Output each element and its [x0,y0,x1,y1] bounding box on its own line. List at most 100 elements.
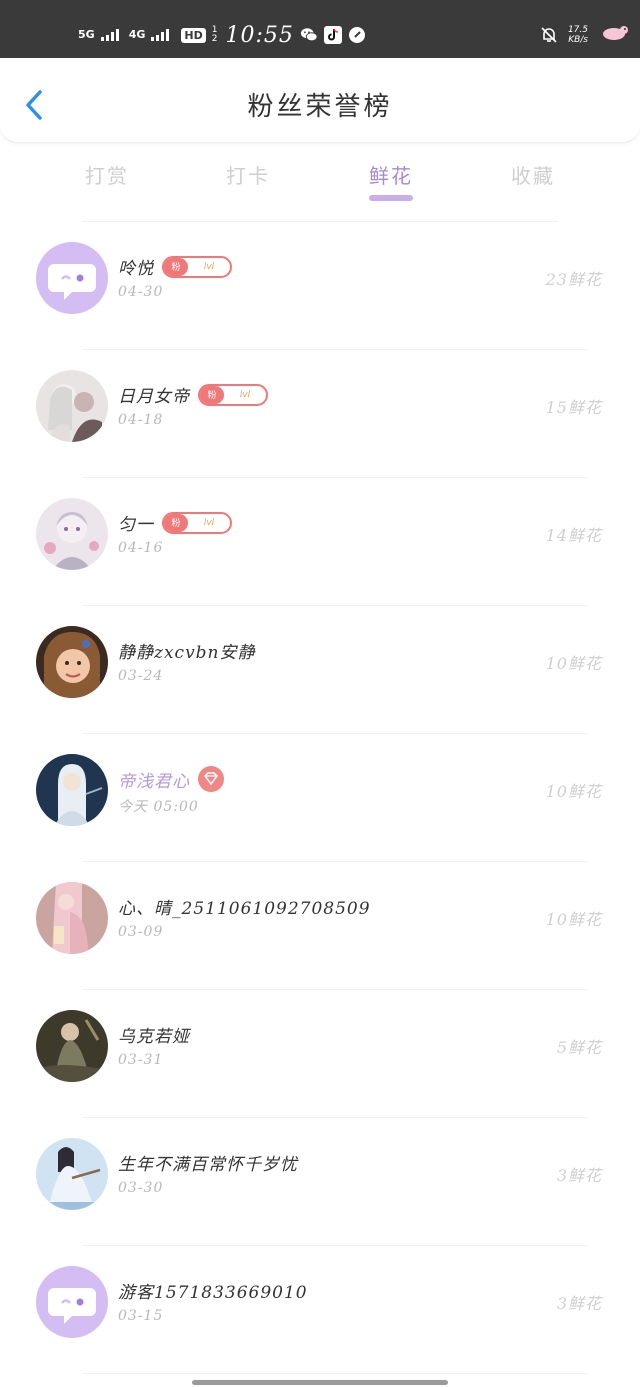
avatar-image [36,498,108,570]
fan-name[interactable]: 生年不满百常怀千岁忧 [118,1150,298,1175]
tab-flowers[interactable]: 鲜花 [331,160,451,189]
list-item[interactable]: 乌克若娅 03-31 5鲜花 [0,990,640,1118]
network-speed: 17.5 KB/s [568,25,588,45]
fan-name[interactable]: 匀一 [118,510,154,535]
hd-badge: HD [181,27,206,43]
avatar[interactable] [36,1138,108,1210]
fan-name[interactable]: 日月女帝 [118,382,190,407]
avatar-image [36,626,108,698]
tab-active-indicator [369,195,413,201]
signal-5g: 5G [78,28,95,41]
flower-count: 10鲜花 [545,782,602,801]
page-title: 粉丝荣誉榜 [247,92,393,122]
fan-name[interactable]: 心、晴_2511061092708509 [118,894,371,919]
app-header: 粉丝荣誉榜 [0,58,640,143]
default-avatar-icon [36,1266,108,1338]
badge-level: lvl [203,517,215,528]
list-item[interactable]: 匀一 粉 lvl 04-16 14鲜花 [0,478,640,606]
name-line: 生年不满百常怀千岁忧 [118,1150,298,1175]
name-line: 乌克若娅 [118,1022,190,1047]
name-line: 游客1571833669010 [118,1278,308,1303]
flower-count: 23鲜花 [545,270,602,289]
name-line: 日月女帝 粉 lvl [118,382,268,407]
list-item[interactable]: 游客1571833669010 03-15 3鲜花 [0,1246,640,1374]
net-label: 5G [78,28,95,41]
fan-name[interactable]: 帝浅君心 [118,767,190,792]
flower-count: 15鲜花 [545,398,602,417]
avatar-image [36,1138,108,1210]
avatar[interactable] [36,498,108,570]
fan-date: 03-09 [118,924,164,940]
speed-value: 17.5 [567,25,588,35]
status-bar: 5G 4G HD 1 2 10:55 17.5 KB/s [0,0,640,58]
pet-icon [600,24,630,46]
avatar[interactable] [36,370,108,442]
fan-level-badge: 粉 lvl [162,511,232,534]
flower-count: 10鲜花 [545,654,602,673]
fan-date: 今天 05:00 [118,799,199,815]
badge-label: 粉 [164,513,188,532]
home-indicator[interactable] [192,1380,448,1385]
speed-unit: KB/s [568,35,588,45]
fan-level-badge: 粉 lvl [198,383,268,406]
tab-bar: 打赏 打卡 鲜花 收藏 [0,142,640,222]
flower-count: 3鲜花 [556,1294,602,1313]
signal-4g: 4G [128,28,146,41]
list-item[interactable]: 心、晴_2511061092708509 03-09 10鲜花 [0,862,640,990]
wechat-icon [300,26,318,44]
fan-date: 04-18 [118,412,164,428]
fan-level-badge: 粉 lvl [162,255,232,278]
fan-name[interactable]: 静静zxcvbn安静 [118,638,256,663]
fan-date: 03-24 [118,668,164,684]
fan-name[interactable]: 乌克若娅 [118,1022,190,1047]
fan-date: 04-30 [118,284,164,300]
fan-date: 03-31 [118,1052,164,1068]
tab-reward[interactable]: 打赏 [47,160,167,189]
avatar-image [36,882,108,954]
name-line: 帝浅君心 [118,766,224,792]
avatar[interactable] [36,626,108,698]
fan-name[interactable]: 游客1571833669010 [118,1278,308,1303]
badge-level: lvl [203,261,215,272]
avatar-image [36,754,108,826]
list-item[interactable]: 帝浅君心 今天 05:00 10鲜花 [0,734,640,862]
name-line: 匀一 粉 lvl [118,510,232,535]
tiktok-icon [323,26,342,44]
signal-bars-icon [151,29,170,41]
flower-count: 10鲜花 [545,910,602,929]
flower-count: 3鲜花 [556,1166,602,1185]
list-item[interactable]: 日月女帝 粉 lvl 04-18 15鲜花 [0,350,640,478]
avatar[interactable] [36,882,108,954]
default-avatar-icon [36,242,108,314]
tab-checkin[interactable]: 打卡 [188,160,308,189]
list-item[interactable]: 呤悦 粉 lvl 04-30 23鲜花 [0,222,640,350]
badge-label: 粉 [164,257,188,276]
net-label: 4G [128,28,146,41]
avatar[interactable] [36,1266,108,1338]
bell-off-icon [540,26,558,44]
fan-date: 04-16 [118,540,164,556]
list-item[interactable]: 静静zxcvbn安静 03-24 10鲜花 [0,606,640,734]
tab-favorites[interactable]: 收藏 [473,160,593,189]
flower-count: 14鲜花 [545,526,602,545]
avatar[interactable] [36,754,108,826]
status-left: 5G 4G HD 1 2 10:55 [78,22,366,48]
avatar[interactable] [36,1010,108,1082]
name-line: 心、晴_2511061092708509 [118,894,371,919]
fan-date: 03-15 [118,1308,164,1324]
signal-bars-icon [100,29,119,41]
flower-count: 5鲜花 [556,1038,602,1057]
badge-level: lvl [239,389,251,400]
badge-label: 粉 [200,385,224,404]
clock: 10:55 [225,22,294,48]
list-item[interactable]: 生年不满百常怀千岁忧 03-30 3鲜花 [0,1118,640,1246]
avatar-image [36,1010,108,1082]
fan-name[interactable]: 呤悦 [118,254,154,279]
name-line: 呤悦 粉 lvl [118,254,232,279]
fan-list: 呤悦 粉 lvl 04-30 23鲜花 日月女帝 粉 lvl 04-18 15鲜… [0,222,640,1374]
name-line: 静静zxcvbn安静 [118,638,256,663]
compass-icon [348,26,366,44]
status-right: 17.5 KB/s [540,22,588,48]
avatar[interactable] [36,242,108,314]
hd-sub: 1 2 [212,26,218,44]
